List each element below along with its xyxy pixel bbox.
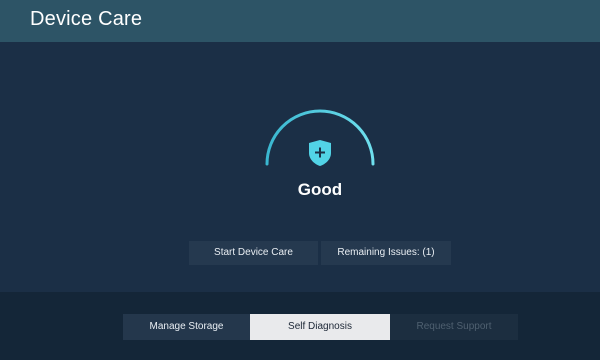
shield-plus-icon <box>309 140 331 166</box>
status-label: Good <box>297 180 343 199</box>
remaining-issues-button[interactable]: Remaining Issues: (1) <box>321 241 451 265</box>
page-title: Device Care <box>30 8 143 30</box>
tab-self-diagnosis[interactable]: Self Diagnosis <box>250 314 390 340</box>
tab-manage-storage[interactable]: Manage Storage <box>123 314 250 340</box>
start-device-care-button[interactable]: Start Device Care <box>189 241 318 265</box>
tab-request-support[interactable]: Request Support <box>390 314 518 340</box>
header-bar: Device Care <box>0 0 600 42</box>
